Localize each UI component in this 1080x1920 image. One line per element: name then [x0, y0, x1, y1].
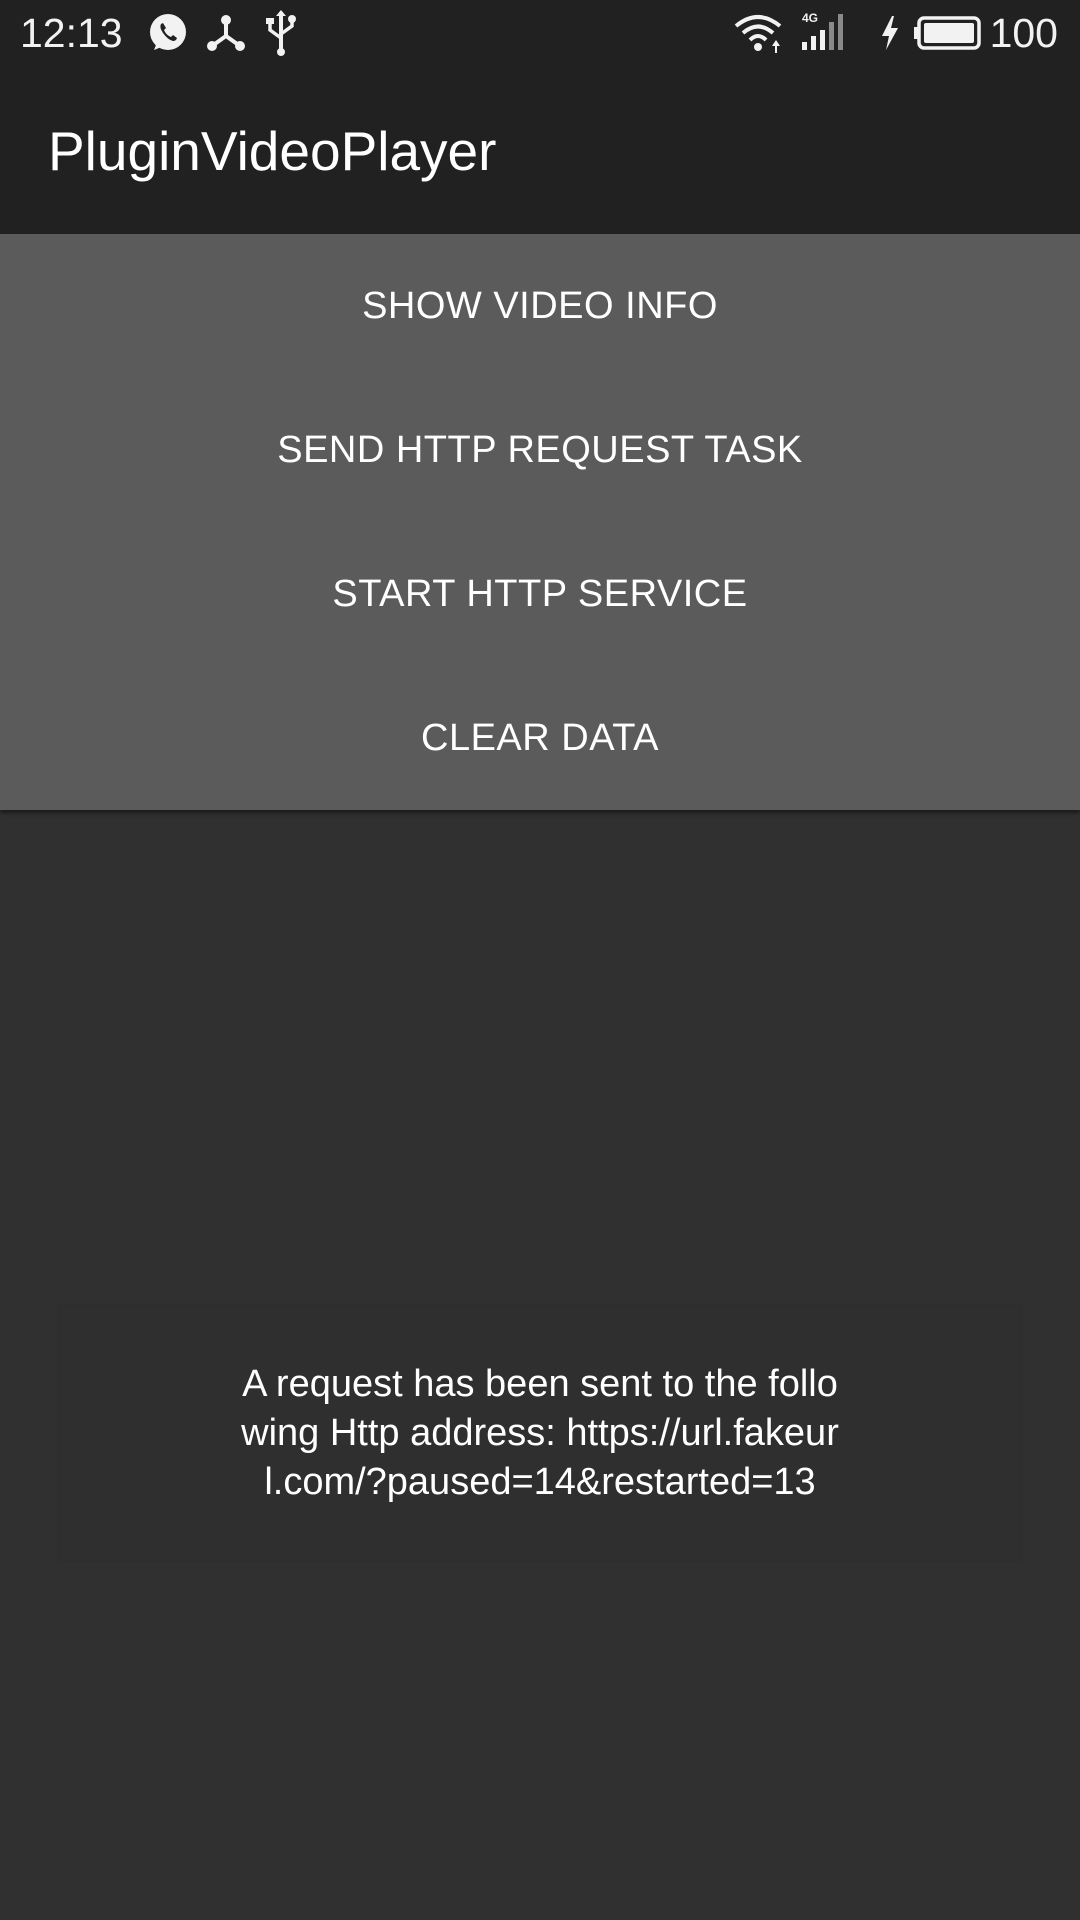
- app-title: PluginVideoPlayer: [48, 120, 497, 182]
- signal-4g-icon: 4G: [800, 8, 860, 58]
- status-bar: 12:13 4G 100: [0, 0, 1080, 66]
- show-video-info-button[interactable]: SHOW VIDEO INFO: [0, 234, 1080, 378]
- charging-bolt-icon: [876, 8, 904, 58]
- button-panel: SHOW VIDEO INFO SEND HTTP REQUEST TASK S…: [0, 234, 1080, 810]
- battery-icon: [912, 8, 982, 58]
- network-label: 4G: [802, 11, 818, 25]
- request-message-card: A request has been sent to the following…: [60, 1306, 1020, 1560]
- clear-data-button[interactable]: CLEAR DATA: [0, 666, 1080, 810]
- request-message-text: A request has been sent to the following…: [241, 1362, 839, 1503]
- app-bar: PluginVideoPlayer: [0, 66, 1080, 234]
- start-http-service-button[interactable]: START HTTP SERVICE: [0, 522, 1080, 666]
- wifi-icon: [732, 8, 784, 58]
- status-time: 12:13: [20, 10, 123, 56]
- send-http-request-task-button[interactable]: SEND HTTP REQUEST TASK: [0, 378, 1080, 522]
- usb-icon: [264, 8, 298, 58]
- battery-percent: 100: [989, 10, 1058, 56]
- share-hub-icon: [204, 8, 248, 58]
- screen: 12:13 4G 100 PluginVideoPlayer SHOW VIDE…: [0, 0, 1080, 1920]
- whatsapp-icon: [146, 8, 190, 58]
